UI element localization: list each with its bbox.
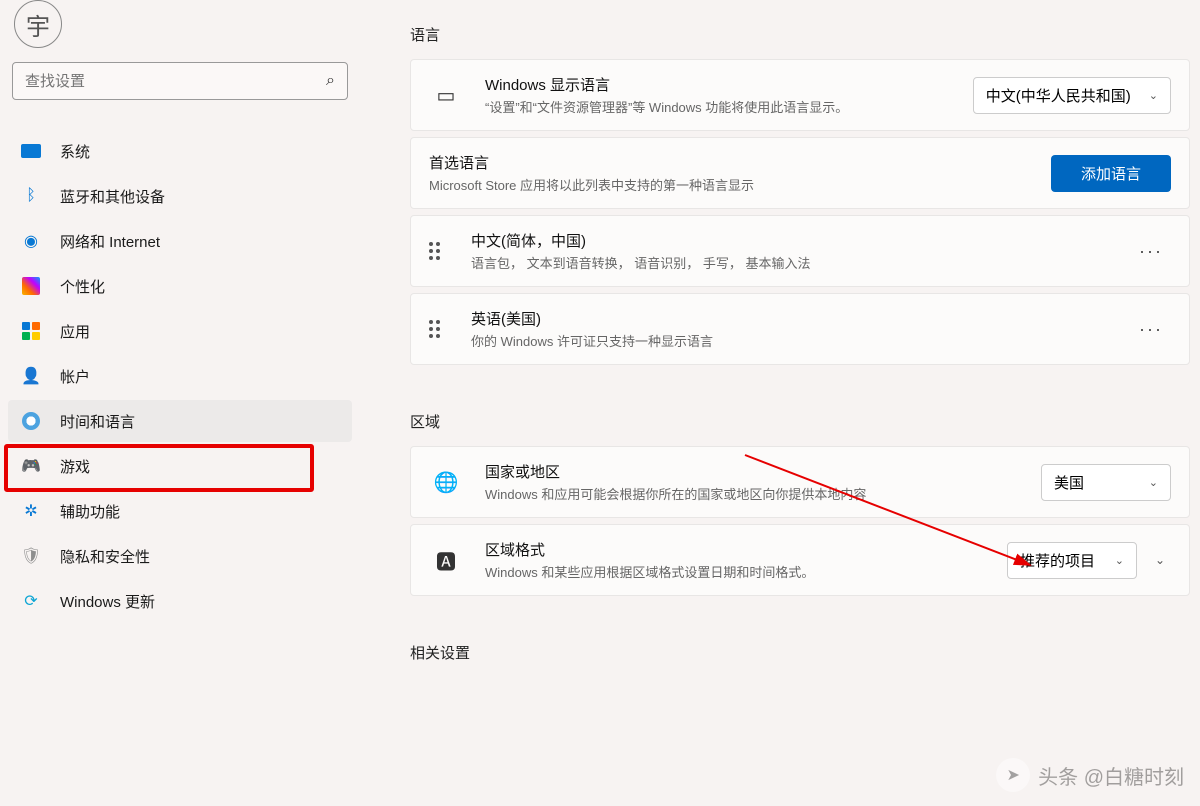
sidebar-label: 个性化	[60, 276, 105, 297]
sidebar-label: 网络和 Internet	[60, 231, 160, 252]
search-input[interactable]	[25, 73, 326, 90]
card-desc: Windows 和某些应用根据区域格式设置日期和时间格式。	[485, 562, 1007, 581]
display-icon: ▭	[429, 83, 463, 108]
card-title: 国家或地区	[485, 461, 1041, 482]
card-title: 区域格式	[485, 539, 1007, 560]
sidebar-label: 系统	[60, 141, 90, 162]
add-language-button[interactable]: 添加语言	[1051, 155, 1171, 192]
card-regional-format[interactable]: 🅰 区域格式 Windows 和某些应用根据区域格式设置日期和时间格式。 推荐的…	[410, 524, 1190, 596]
watermark: ➤ 头条 @白糖时刻	[996, 758, 1184, 792]
sidebar-item-bluetooth[interactable]: ᛒ 蓝牙和其他设备	[8, 175, 352, 217]
card-desc: Microsoft Store 应用将以此列表中支持的第一种语言显示	[429, 175, 1051, 194]
select-value: 美国	[1054, 472, 1084, 493]
apps-icon	[20, 320, 42, 342]
bluetooth-icon: ᛒ	[20, 185, 42, 207]
sidebar-item-privacy[interactable]: 🛡 隐私和安全性	[8, 535, 352, 577]
accessibility-icon: ✲	[20, 500, 42, 522]
drag-handle-icon[interactable]	[429, 242, 449, 260]
sidebar-label: Windows 更新	[60, 591, 155, 612]
sidebar-item-accessibility[interactable]: ✲ 辅助功能	[8, 490, 352, 532]
lang-desc: 语言包， 文本到语音转换， 语音识别， 手写， 基本输入法	[471, 253, 1131, 272]
watermark-icon: ➤	[996, 758, 1030, 792]
sidebar-item-time-language[interactable]: 时间和语言	[8, 400, 352, 442]
chevron-down-icon: ⌄	[1149, 476, 1158, 489]
more-icon[interactable]: ···	[1131, 241, 1171, 262]
globe-icon: 🌐	[429, 470, 463, 495]
card-desc: Windows 和应用可能会根据你所在的国家或地区向你提供本地内容	[485, 484, 915, 503]
sidebar-item-network[interactable]: ◉ 网络和 Internet	[8, 220, 352, 262]
watermark-text: 头条 @白糖时刻	[1038, 761, 1184, 790]
section-title-language: 语言	[410, 24, 1190, 45]
chevron-down-icon: ⌄	[1115, 554, 1124, 567]
card-desc: “设置”和“文件资源管理器”等 Windows 功能将使用此语言显示。	[485, 97, 915, 116]
sidebar-item-accounts[interactable]: 👤 帐户	[8, 355, 352, 397]
card-title: Windows 显示语言	[485, 74, 973, 95]
gamepad-icon: 🎮	[20, 455, 42, 477]
chevron-down-icon: ⌄	[1149, 89, 1158, 102]
user-avatar[interactable]: 宇	[14, 0, 62, 48]
account-icon: 👤	[20, 365, 42, 387]
sidebar-label: 隐私和安全性	[60, 546, 150, 567]
lang-title: 英语(美国)	[471, 308, 1131, 329]
sidebar-label: 应用	[60, 321, 90, 342]
lang-desc: 你的 Windows 许可证只支持一种显示语言	[471, 331, 1131, 350]
clock-icon	[20, 410, 42, 432]
card-display-language[interactable]: ▭ Windows 显示语言 “设置”和“文件资源管理器”等 Windows 功…	[410, 59, 1190, 131]
sidebar-item-system[interactable]: 系统	[8, 130, 352, 172]
section-title-related: 相关设置	[410, 642, 1190, 663]
display-language-select[interactable]: 中文(中华人民共和国) ⌄	[973, 77, 1171, 114]
main-content: 语言 ▭ Windows 显示语言 “设置”和“文件资源管理器”等 Window…	[410, 0, 1190, 806]
shield-icon: 🛡	[20, 545, 42, 567]
sidebar-item-personalization[interactable]: 个性化	[8, 265, 352, 307]
country-select[interactable]: 美国 ⌄	[1041, 464, 1171, 501]
sidebar-label: 辅助功能	[60, 501, 120, 522]
select-value: 中文(中华人民共和国)	[986, 85, 1131, 106]
sidebar-item-update[interactable]: ⟳ Windows 更新	[8, 580, 352, 622]
format-select[interactable]: 推荐的项目 ⌄	[1007, 542, 1137, 579]
sidebar-item-apps[interactable]: 应用	[8, 310, 352, 352]
sidebar-label: 时间和语言	[60, 411, 135, 432]
format-icon: 🅰	[429, 546, 463, 575]
personalization-icon	[20, 275, 42, 297]
card-country-region[interactable]: 🌐 国家或地区 Windows 和应用可能会根据你所在的国家或地区向你提供本地内…	[410, 446, 1190, 518]
lang-title: 中文(简体，中国)	[471, 230, 1131, 251]
card-preferred-languages: 首选语言 Microsoft Store 应用将以此列表中支持的第一种语言显示 …	[410, 137, 1190, 209]
drag-handle-icon[interactable]	[429, 320, 449, 338]
system-icon	[20, 140, 42, 162]
sidebar-item-gaming[interactable]: 🎮 游戏	[8, 445, 352, 487]
language-item-chinese[interactable]: 中文(简体，中国) 语言包， 文本到语音转换， 语音识别， 手写， 基本输入法 …	[410, 215, 1190, 287]
sidebar-label: 蓝牙和其他设备	[60, 186, 165, 207]
more-icon[interactable]: ···	[1131, 319, 1171, 340]
section-title-region: 区域	[410, 411, 1190, 432]
sidebar-label: 帐户	[60, 366, 90, 387]
search-icon: ⌕	[326, 72, 335, 90]
card-title: 首选语言	[429, 152, 1051, 173]
language-item-english[interactable]: 英语(美国) 你的 Windows 许可证只支持一种显示语言 ···	[410, 293, 1190, 365]
sidebar-label: 游戏	[60, 456, 90, 477]
sidebar: 宇 ⌕ 系统 ᛒ 蓝牙和其他设备 ◉ 网络和 Internet 个性化 应用 👤 帐户…	[0, 0, 360, 806]
wifi-icon: ◉	[20, 230, 42, 252]
expand-chevron-icon[interactable]: ⌄	[1137, 553, 1171, 567]
select-value: 推荐的项目	[1020, 550, 1095, 571]
update-icon: ⟳	[20, 590, 42, 612]
search-box[interactable]: ⌕	[12, 62, 348, 100]
